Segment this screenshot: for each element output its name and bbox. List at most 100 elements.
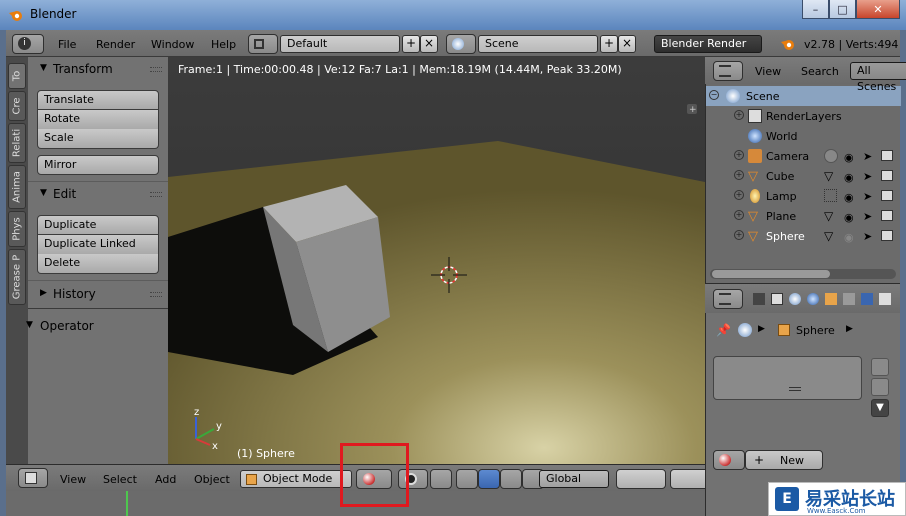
select-cursor-icon[interactable]: ➤ [863,190,872,203]
3d-viewport[interactable]: z y x + Frame:1 | Time:00:00.48 | Ve:12 … [168,57,705,464]
new-material-button[interactable]: + New [745,450,823,470]
render-layers-tab-icon[interactable] [771,293,783,305]
panel-transform-header[interactable]: ▼ Transform [28,59,168,81]
remove-slot-button[interactable] [871,378,889,396]
outliner-row-cube[interactable]: + ▽ Cube ▽ ◉ ➤ [706,166,901,186]
editor-type-button[interactable]: i [12,34,44,54]
camera-data-icon[interactable] [824,149,838,163]
world-tab-icon[interactable] [807,293,819,305]
tab-tools[interactable]: To [8,63,26,89]
scene-selector[interactable] [446,34,476,54]
menu-render[interactable]: Render [96,38,135,51]
editor-type-button[interactable] [713,289,743,309]
rotate-manipulator-button[interactable] [478,469,500,489]
delete-button[interactable]: Delete [37,254,159,274]
orientation-select[interactable]: Global [539,470,609,488]
mode-select[interactable]: Object Mode [240,470,352,488]
list-resize-grip[interactable] [789,387,801,391]
display-mode-select[interactable]: All Scenes [850,62,906,93]
render-camera-icon[interactable] [881,230,893,241]
outliner-row-world[interactable]: World [706,126,901,146]
scale-manipulator-button[interactable] [500,469,522,489]
menu-add[interactable]: Add [155,473,176,486]
render-camera-icon[interactable] [881,150,893,161]
panel-operator-header[interactable]: ▼ Operator [6,316,168,338]
expand-icon[interactable]: + [734,190,744,200]
panel-grip-icon[interactable] [150,67,162,72]
collapse-icon[interactable]: − [709,90,719,100]
expand-icon[interactable]: + [734,230,744,240]
menu-search[interactable]: Search [801,65,839,78]
object-tab-icon[interactable] [825,293,837,305]
visibility-eye-icon[interactable]: ◉ [844,191,854,204]
select-cursor-icon[interactable]: ➤ [863,210,872,223]
tab-animation[interactable]: Anima [8,165,26,209]
scrollbar-thumb[interactable] [712,270,830,278]
panel-edit-header[interactable]: ▼ Edit [28,184,168,206]
menu-help[interactable]: Help [211,38,236,51]
browse-material-button[interactable] [713,450,745,470]
screen-layout-selector[interactable] [248,34,278,54]
minimize-button[interactable]: – [802,0,829,19]
material-slots-list[interactable] [713,356,862,400]
data-tab-icon[interactable] [879,293,891,305]
tab-physics[interactable]: Phys [8,211,26,247]
mesh-data-icon[interactable]: ▽ [824,209,833,223]
remove-screen-button[interactable]: × [420,35,438,53]
maximize-button[interactable]: □ [829,0,856,19]
tab-create[interactable]: Cre [8,91,26,121]
expand-icon[interactable]: + [734,110,744,120]
screen-layout-field[interactable]: Default [280,35,400,53]
menu-select[interactable]: Select [103,473,137,486]
visibility-eye-icon[interactable]: ◉ [844,211,854,224]
manipulator-toggle[interactable] [430,469,452,489]
duplicate-button[interactable]: Duplicate [37,215,159,235]
menu-object[interactable]: Object [194,473,230,486]
outliner-row-camera[interactable]: + Camera ◉ ➤ [706,146,901,166]
tab-grease-pencil[interactable]: Grease P [8,249,26,305]
panel-grip-icon[interactable] [150,292,162,297]
visibility-eye-icon[interactable]: ◉ [844,151,854,164]
pin-icon[interactable]: 📌 [716,323,731,337]
translate-manipulator-button[interactable] [456,469,478,489]
add-scene-button[interactable]: + [600,35,618,53]
render-camera-icon[interactable] [881,210,893,221]
scale-button[interactable]: Scale [37,129,159,149]
render-camera-icon[interactable] [881,190,893,201]
tab-relations[interactable]: Relati [8,123,26,163]
scene-tab-icon[interactable] [789,293,801,305]
layer-buttons-2[interactable] [670,469,710,489]
menu-view[interactable]: View [60,473,86,486]
expand-icon[interactable]: + [734,170,744,180]
add-slot-button[interactable] [871,358,889,376]
lamp-data-icon[interactable] [824,189,837,202]
mesh-data-icon[interactable]: ▽ [824,229,833,243]
visibility-eye-icon[interactable]: ◉ [844,171,854,184]
visibility-eye-icon[interactable]: ◉ [844,231,854,244]
select-cursor-icon[interactable]: ➤ [863,170,872,183]
menu-window[interactable]: Window [151,38,194,51]
duplicate-linked-button[interactable]: Duplicate Linked [37,235,159,255]
add-screen-button[interactable]: + [402,35,420,53]
constraints-tab-icon[interactable] [843,293,855,305]
mesh-data-icon[interactable]: ▽ [824,169,833,183]
outliner-row-sphere[interactable]: + ▽ Sphere ▽ ◉ ➤ [706,226,901,246]
scene-field[interactable]: Scene [478,35,598,53]
panel-grip-icon[interactable] [150,192,162,197]
render-camera-icon[interactable] [881,170,893,181]
render-engine-select[interactable]: Blender Render [654,35,762,53]
outliner-scrollbar[interactable] [710,269,896,279]
remove-scene-button[interactable]: × [618,35,636,53]
expand-icon[interactable]: + [734,150,744,160]
outliner-row-plane[interactable]: + ▽ Plane ▽ ◉ ➤ [706,206,901,226]
expand-icon[interactable]: + [734,210,744,220]
mirror-button[interactable]: Mirror [37,155,159,175]
rotate-button[interactable]: Rotate [37,110,159,130]
add-view-icon[interactable]: + [687,104,697,115]
editor-type-button[interactable] [713,61,743,81]
current-frame-indicator[interactable] [126,491,128,516]
outliner-row-lamp[interactable]: + Lamp ◉ ➤ [706,186,901,206]
render-tab-icon[interactable] [753,293,765,305]
panel-history-header[interactable]: ▶ History [28,284,168,306]
translate-button[interactable]: Translate [37,90,159,110]
